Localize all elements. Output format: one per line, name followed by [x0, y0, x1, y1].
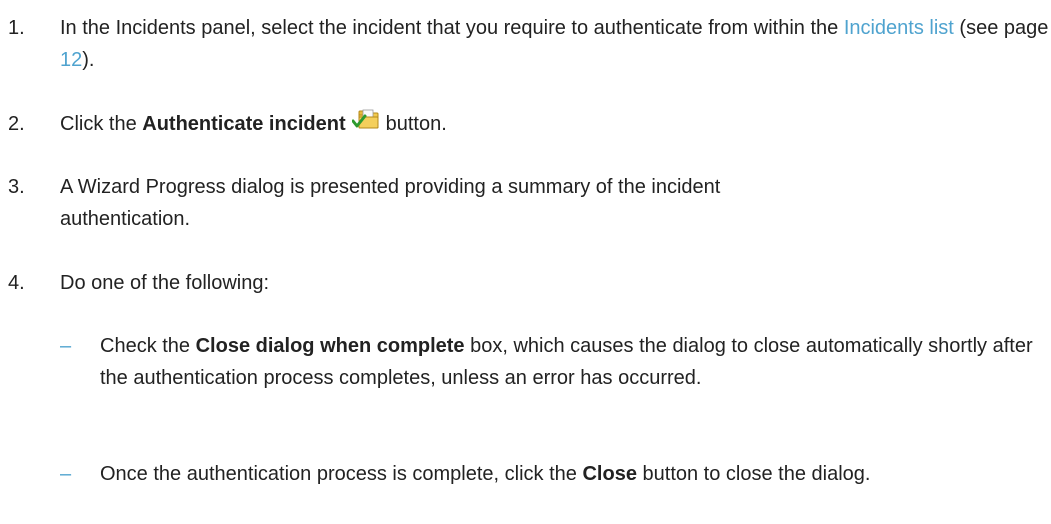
step-text-part: In the Incidents panel, select the incid…: [60, 17, 844, 39]
ui-term: Authenticate incident: [142, 113, 346, 135]
step-text: In the Incidents panel, select the incid…: [60, 12, 1050, 76]
step-number: 1.: [8, 17, 25, 39]
incidents-list-link[interactable]: Incidents list: [844, 17, 954, 39]
step-text-part: Click the: [60, 113, 143, 135]
ui-term: Close dialog when complete: [195, 335, 465, 357]
sub-text-part: Once the authentication process is compl…: [100, 463, 583, 485]
sub-item-text: Once the authentication process is compl…: [100, 458, 1040, 490]
bullet-dash: –: [60, 463, 72, 485]
sub-text-part: button to close the dialog.: [636, 463, 871, 485]
step-text-part: button.: [385, 113, 447, 135]
sub-item-text: Check the Close dialog when complete box…: [100, 330, 1040, 394]
authenticate-incident-icon: [351, 108, 380, 132]
step-text: Click the Authenticate incident button.: [60, 108, 1040, 140]
step-number: 3.: [8, 176, 25, 198]
document-page: 1. In the Incidents panel, select the in…: [0, 0, 1051, 524]
bullet-dash: –: [60, 335, 72, 357]
step-text: A Wizard Progress dialog is presented pr…: [60, 176, 721, 230]
step-number: 2.: [8, 113, 25, 135]
step-text-part: ).: [82, 49, 95, 71]
page-reference-link[interactable]: 12: [60, 49, 82, 71]
ui-term: Close: [582, 463, 637, 485]
step-text: Do one of the following:: [60, 272, 270, 294]
sub-text-part: Check the: [100, 335, 196, 357]
step-text-part: (see page: [953, 17, 1049, 39]
step-number: 4.: [8, 272, 25, 294]
